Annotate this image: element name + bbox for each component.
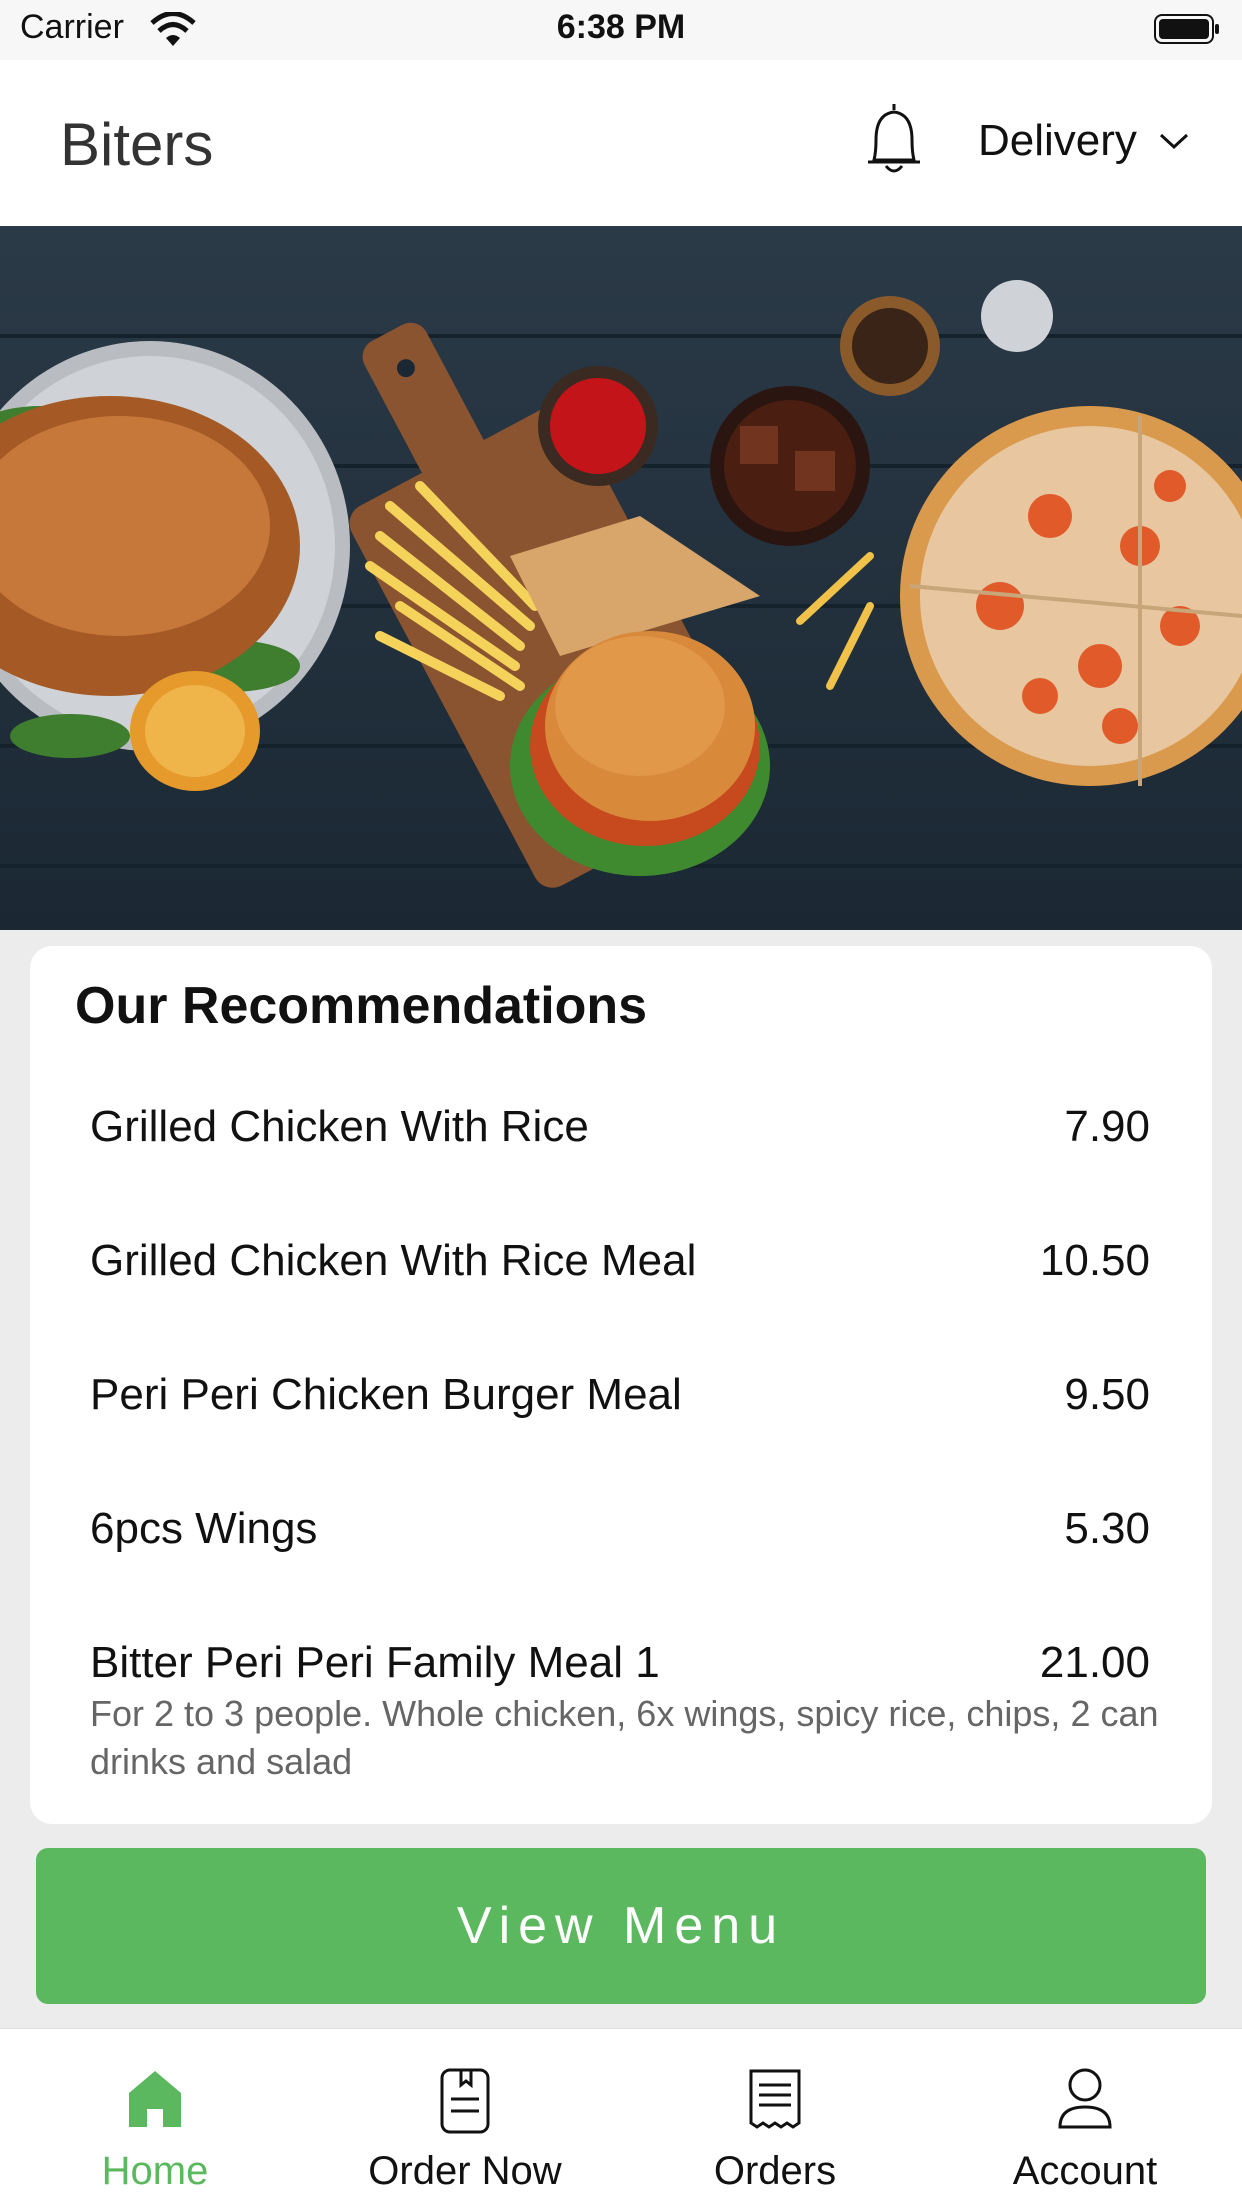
recommendations-card: Our Recommendations Grilled Chicken With… bbox=[30, 946, 1212, 1824]
item-price: 10.50 bbox=[1039, 1236, 1150, 1285]
bottom-tab-bar: Home Order Now Orders Account bbox=[0, 2028, 1242, 2209]
item-name: 6pcs Wings bbox=[90, 1504, 318, 1553]
item-price: 21.00 bbox=[1039, 1638, 1150, 1687]
bell-icon[interactable] bbox=[862, 100, 926, 178]
tab-account[interactable]: Account bbox=[930, 2029, 1240, 2209]
tab-label: Order Now bbox=[368, 2149, 562, 2193]
item-name: Grilled Chicken With Rice Meal bbox=[90, 1236, 697, 1285]
chevron-down-icon bbox=[1159, 133, 1188, 150]
tab-label: Account bbox=[1012, 2149, 1158, 2193]
item-name: Grilled Chicken With Rice bbox=[90, 1102, 589, 1151]
tab-label: Orders bbox=[713, 2149, 837, 2193]
delivery-mode-label: Delivery bbox=[978, 116, 1137, 165]
menu-book-icon bbox=[440, 2068, 490, 2134]
battery-icon bbox=[1154, 14, 1219, 44]
recommendation-item[interactable]: Bitter Peri Peri Family Meal 1 21.00 For… bbox=[90, 1638, 1159, 1788]
view-menu-button[interactable]: View Menu bbox=[36, 1848, 1206, 2004]
item-price: 9.50 bbox=[1064, 1370, 1150, 1419]
item-price: 7.90 bbox=[1064, 1102, 1150, 1151]
item-name: Bitter Peri Peri Family Meal 1 bbox=[90, 1638, 660, 1687]
tab-home[interactable]: Home bbox=[0, 2029, 310, 2209]
app-title: Biters bbox=[60, 111, 214, 178]
tab-orders[interactable]: Orders bbox=[620, 2029, 930, 2209]
tab-order-now[interactable]: Order Now bbox=[310, 2029, 620, 2209]
home-icon bbox=[129, 2071, 181, 2127]
user-icon bbox=[1058, 2068, 1112, 2129]
tab-label: Home bbox=[101, 2149, 209, 2193]
item-name: Peri Peri Chicken Burger Meal bbox=[90, 1370, 682, 1419]
status-time: 6:38 PM bbox=[556, 8, 686, 46]
delivery-mode-selector[interactable]: Delivery bbox=[978, 116, 1189, 166]
receipt-icon bbox=[749, 2069, 801, 2129]
recommendations-title: Our Recommendations bbox=[75, 977, 648, 1035]
status-bar: Carrier 6:38 PM bbox=[0, 0, 1242, 60]
hero-food-image bbox=[0, 226, 1242, 930]
item-description: For 2 to 3 people. Whole chicken, 6x win… bbox=[90, 1693, 1159, 1782]
food-spread-illustration bbox=[0, 226, 1242, 930]
app-header: Biters Delivery bbox=[0, 60, 1242, 226]
item-price: 5.30 bbox=[1064, 1504, 1150, 1553]
